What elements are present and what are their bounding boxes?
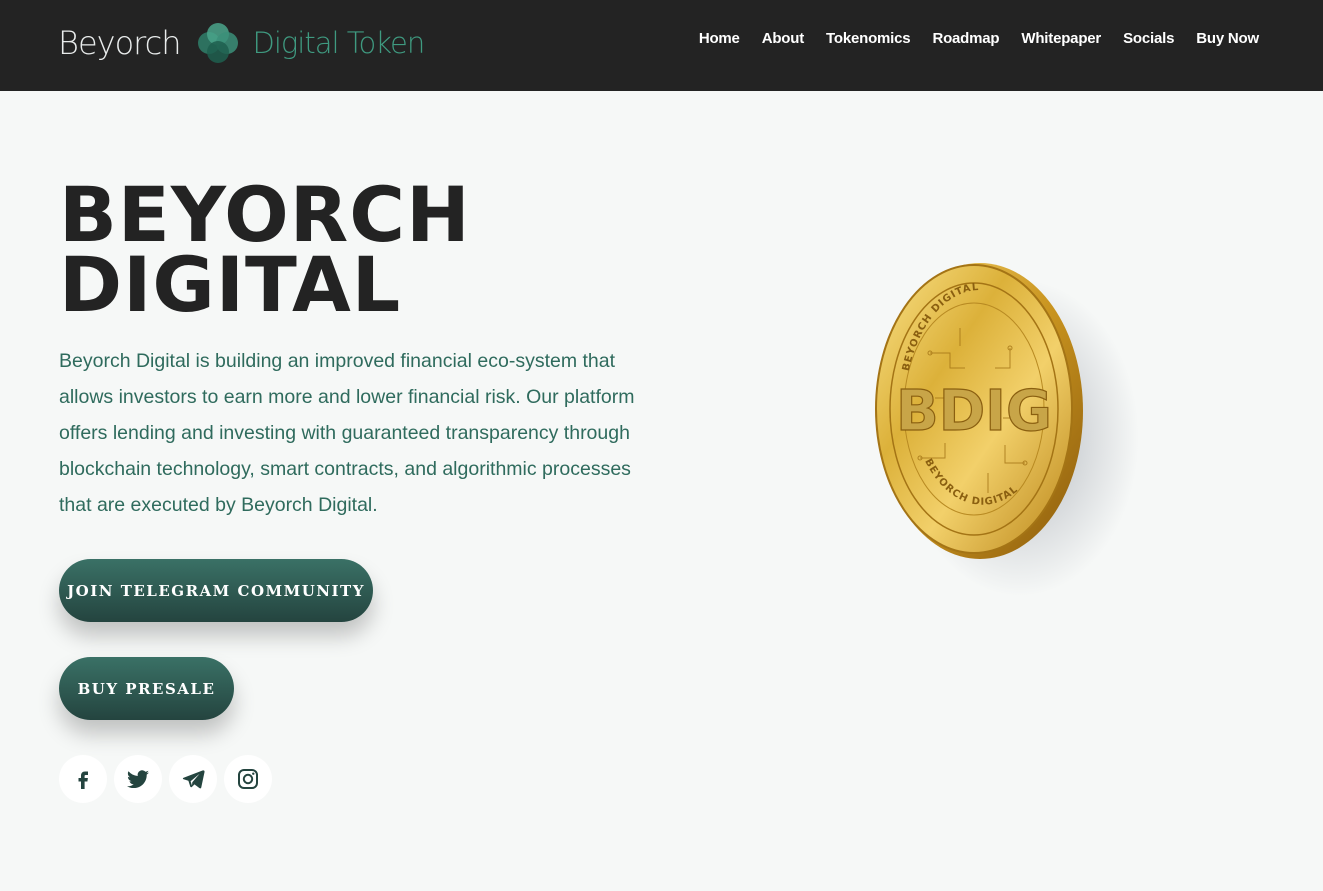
- coin-center-text: BDIG: [896, 379, 1052, 444]
- site-header: Beyorch Digital Token Home About Tokenom…: [0, 0, 1323, 91]
- telegram-icon: [182, 770, 205, 789]
- hero-description: Beyorch Digital is building an improved …: [59, 350, 635, 516]
- bdig-coin-image: BEYORCH DIGITAL BEYORCH DIGITAL BDIG: [860, 258, 1140, 598]
- nav-whitepaper[interactable]: Whitepaper: [1021, 30, 1101, 47]
- join-telegram-button[interactable]: JOIN TELEGRAM COMMUNITY: [59, 559, 373, 622]
- main-nav: Home About Tokenomics Roadmap Whitepaper…: [699, 30, 1259, 47]
- nav-roadmap[interactable]: Roadmap: [932, 30, 999, 47]
- nav-buy-now[interactable]: Buy Now: [1196, 30, 1259, 47]
- nav-about[interactable]: About: [762, 30, 805, 47]
- gold-coin-icon: BEYORCH DIGITAL BEYORCH DIGITAL BDIG: [875, 263, 1083, 559]
- buy-presale-button[interactable]: BUY PRESALE: [59, 657, 234, 720]
- site-logo[interactable]: Beyorch Digital Token: [58, 18, 425, 68]
- social-links: [59, 755, 272, 803]
- nav-tokenomics[interactable]: Tokenomics: [826, 30, 911, 47]
- hero-title-line-2: DIGITAL: [59, 240, 402, 329]
- twitter-link[interactable]: [114, 755, 162, 803]
- facebook-link[interactable]: [59, 755, 107, 803]
- instagram-icon: [238, 769, 258, 789]
- logo-wordmark: Beyorch: [58, 24, 181, 62]
- nav-socials[interactable]: Socials: [1123, 30, 1174, 47]
- nav-home[interactable]: Home: [699, 30, 740, 47]
- hero-title: BEYORCH DIGITAL: [59, 177, 619, 323]
- instagram-link[interactable]: [224, 755, 272, 803]
- twitter-icon: [127, 770, 149, 789]
- logo-mark-icon: [198, 23, 239, 63]
- facebook-icon: [78, 771, 88, 789]
- telegram-link[interactable]: [169, 755, 217, 803]
- logo-tagline: Digital Token: [252, 26, 425, 60]
